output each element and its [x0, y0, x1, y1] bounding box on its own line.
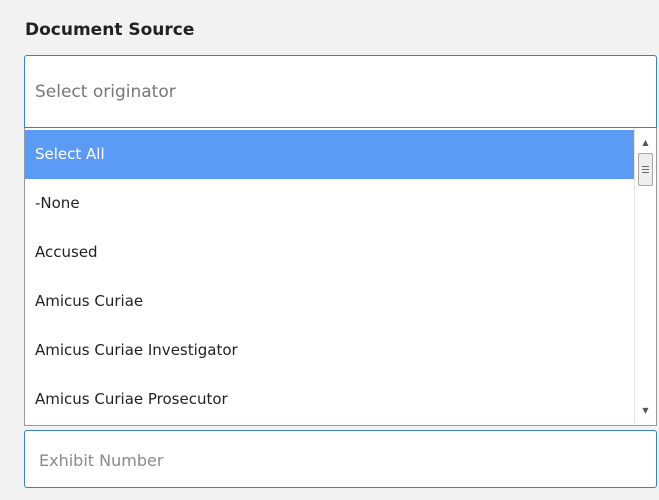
- originator-select[interactable]: Select originator: [24, 55, 657, 128]
- option-amicus-curiae-prosecutor[interactable]: Amicus Curiae Prosecutor: [25, 375, 634, 424]
- option-amicus-curiae[interactable]: Amicus Curiae: [25, 277, 634, 326]
- scroll-down-arrow-icon[interactable]: ▼: [635, 404, 656, 418]
- exhibit-number-placeholder: Exhibit Number: [39, 451, 164, 470]
- originator-options: Select All -None Accused Amicus Curiae A…: [25, 130, 634, 424]
- originator-dropdown-list: Select All -None Accused Amicus Curiae A…: [24, 128, 657, 426]
- option-amicus-curiae-investigator[interactable]: Amicus Curiae Investigator: [25, 326, 634, 375]
- originator-select-placeholder: Select originator: [35, 82, 176, 102]
- option-none[interactable]: -None: [25, 179, 634, 228]
- scroll-thumb[interactable]: [638, 153, 653, 186]
- exhibit-number-input[interactable]: Exhibit Number: [24, 430, 657, 488]
- document-source-label: Document Source: [25, 20, 195, 40]
- option-accused[interactable]: Accused: [25, 228, 634, 277]
- grip-line-icon: [642, 172, 649, 173]
- scroll-up-arrow-icon[interactable]: ▲: [635, 136, 656, 150]
- grip-line-icon: [642, 166, 649, 167]
- dropdown-scrollbar[interactable]: ▲ ▼: [634, 128, 656, 425]
- filter-panel: Document Source Select originator Select…: [0, 0, 659, 500]
- grip-line-icon: [642, 169, 649, 170]
- option-select-all[interactable]: Select All: [25, 130, 634, 179]
